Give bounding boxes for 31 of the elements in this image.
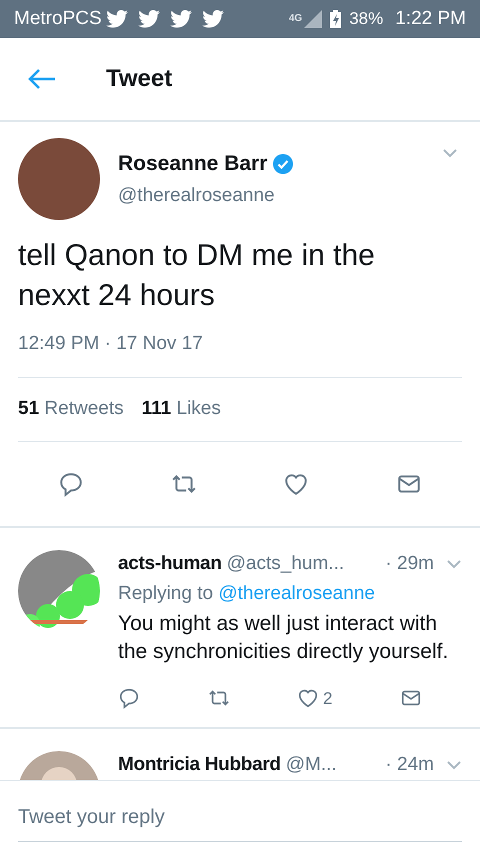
back-arrow-icon xyxy=(28,68,56,90)
bird-icon xyxy=(106,10,128,28)
network-type: 4G xyxy=(288,14,302,24)
screen-title: Tweet xyxy=(106,64,172,94)
reply-text: You might as well just interact with the synchronicities directly yourself. xyxy=(118,610,450,664)
replying-to-text: Replying to @therealroseanne xyxy=(118,582,376,606)
reply-author-handle: @acts_hum... xyxy=(226,552,344,576)
stat-count[interactable]: 111 Likes xyxy=(142,394,221,424)
reply-author-name: Montricia Hubbard xyxy=(118,753,281,777)
stat-count[interactable]: 51 Retweets xyxy=(18,394,124,424)
bird-icon xyxy=(202,10,224,28)
tweet-timestamp: 12:49 PM · 17 Nov 17 xyxy=(18,330,462,378)
reply-author-handle: @M... xyxy=(286,753,337,777)
like-count: 2 xyxy=(323,688,332,710)
bird-icon xyxy=(170,10,192,28)
author-name: Roseanne Barr xyxy=(118,151,268,177)
reply-icon[interactable] xyxy=(118,687,140,710)
heart-icon[interactable] xyxy=(297,687,319,710)
tweet-text: tell Qanon to DM me in the nexxt 24 hours xyxy=(18,238,376,314)
reply-author-name: acts-human xyxy=(118,552,222,576)
reply-time: · 24m xyxy=(385,753,434,777)
signal-icon xyxy=(304,10,322,28)
battery-icon xyxy=(330,10,342,28)
carrier-name: MetroPCS xyxy=(14,6,102,31)
reply-time: · 29m xyxy=(385,552,434,576)
author-handle: @therealroseanne xyxy=(118,184,276,208)
reply-icon[interactable] xyxy=(58,470,84,496)
reply-input-field[interactable]: Tweet your reply xyxy=(18,794,462,842)
battery-level: 38% xyxy=(349,8,384,30)
clock: 1:22 PM xyxy=(395,6,466,31)
bird-icon xyxy=(138,10,160,28)
